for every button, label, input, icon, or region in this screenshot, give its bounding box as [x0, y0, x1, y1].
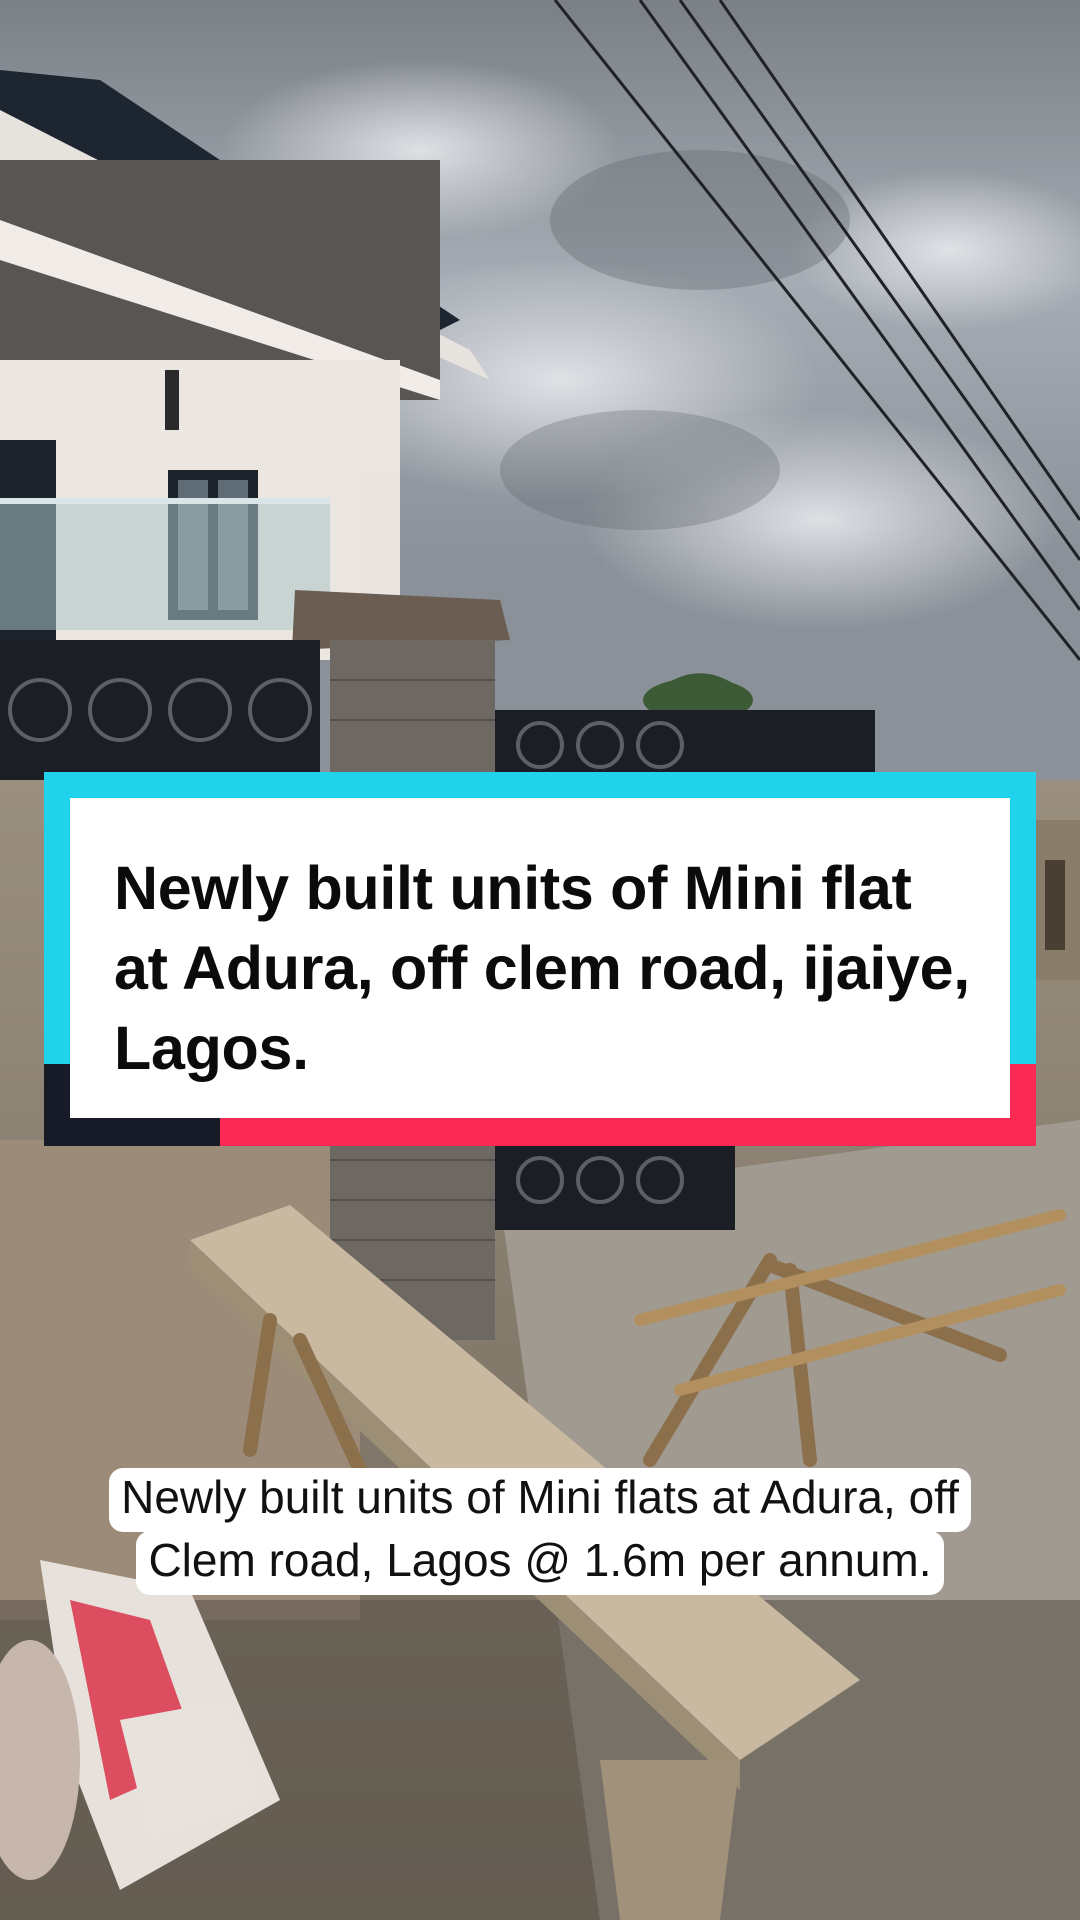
caption-text: Newly built units of Mini flats at Adura…: [109, 1468, 971, 1595]
title-card-panel: Newly built units of Mini flat at Adura,…: [70, 798, 1010, 1118]
video-caption: Newly built units of Mini flats at Adura…: [60, 1466, 1020, 1595]
title-card: Newly built units of Mini flat at Adura,…: [44, 772, 1036, 1146]
title-text: Newly built units of Mini flat at Adura,…: [114, 854, 970, 1082]
